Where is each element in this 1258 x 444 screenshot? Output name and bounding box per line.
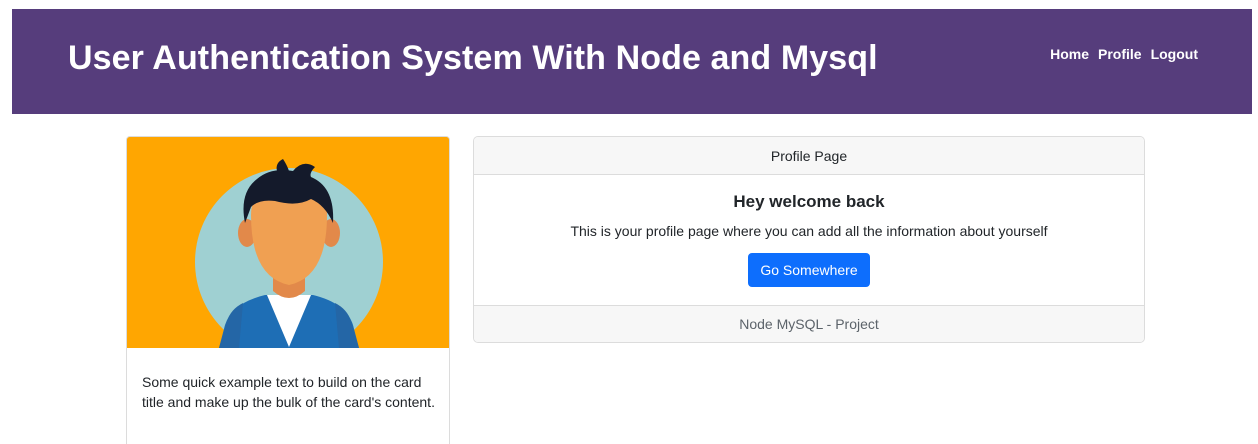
- card-image: [127, 137, 449, 348]
- page: User Authentication System With Node and…: [0, 0, 1258, 444]
- brand-title[interactable]: User Authentication System With Node and…: [68, 39, 878, 78]
- main-card-title: Hey welcome back: [733, 192, 885, 211]
- main-card-body: Hey welcome back This is your profile pa…: [474, 175, 1144, 305]
- main-card-text: This is your profile page where you can …: [570, 223, 1048, 239]
- nav-link-profile[interactable]: Profile: [1098, 46, 1142, 62]
- main-card-footer: Node MySQL - Project: [474, 305, 1144, 342]
- nav-link-logout[interactable]: Logout: [1151, 46, 1198, 62]
- main-card-header: Profile Page: [474, 137, 1144, 175]
- navbar: User Authentication System With Node and…: [12, 9, 1252, 114]
- card-text: Some quick example text to build on the …: [142, 374, 435, 410]
- main-card: Profile Page Hey welcome back This is yo…: [473, 136, 1145, 343]
- nav-link-home[interactable]: Home: [1050, 46, 1089, 62]
- go-somewhere-button[interactable]: Go Somewhere: [748, 253, 870, 287]
- nav-links: Home Profile Logout: [1050, 46, 1198, 62]
- profile-card: Some quick example text to build on the …: [126, 136, 450, 444]
- avatar-illustration-icon: [127, 137, 449, 348]
